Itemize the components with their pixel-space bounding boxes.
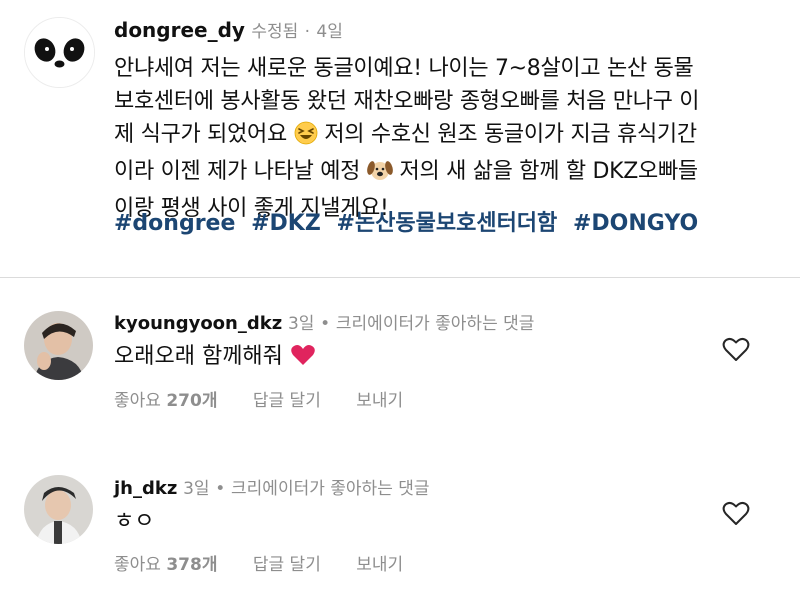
post-caption: 안냐세여 저는 새로운 동글이예요! 나이는 7~8살이고 논산 동물 보호센터…	[114, 52, 776, 225]
hashtag-link[interactable]: #DKZ	[251, 211, 321, 236]
comment: jh_dkz 3일 • 크리에이터가 좋아하는 댓글 ㅎㅇ 좋아요 378개 답…	[0, 440, 800, 602]
post-avatar[interactable]	[24, 17, 95, 88]
caption-line: 이라 이젠 제가 나타날 예정 저의 새 삶을 함께 할 DKZ오빠들	[114, 155, 776, 192]
dog-face-emoji-icon	[366, 158, 393, 192]
meta-dot: •	[215, 479, 226, 499]
laughing-emoji-icon	[294, 121, 318, 155]
profile-photo-image	[24, 311, 93, 380]
comment-text-row: 오래오래 함께해줘	[114, 342, 316, 376]
post: dongree_dy 수정됨 · 4일 안냐세여 저는 새로운 동글이예요! 나…	[0, 0, 800, 278]
like-heart-icon[interactable]	[722, 500, 750, 526]
hashtag-link[interactable]: #dongree	[114, 211, 235, 236]
hashtag-link[interactable]: #논산동물보호센터더함	[336, 211, 557, 236]
profile-photo-image	[24, 475, 93, 544]
caption-line: 안냐세여 저는 새로운 동글이예요! 나이는 7~8살이고 논산 동물	[114, 56, 694, 81]
comment-header: jh_dkz 3일 • 크리에이터가 좋아하는 댓글	[114, 476, 430, 502]
caption-line: 제 식구가 되었어요 저의 수호신 원조 동글이가 지금 휴식기간	[114, 118, 776, 155]
reply-button[interactable]: 답글 달기	[253, 555, 321, 575]
likes-count-link[interactable]: 좋아요 270개	[114, 391, 217, 411]
comment-actions: 좋아요 378개 답글 달기 보내기	[114, 553, 433, 577]
comment-avatar[interactable]	[24, 311, 93, 380]
comment-header: kyoungyoon_dkz 3일 • 크리에이터가 좋아하는 댓글	[114, 311, 534, 337]
post-time: 4일	[316, 22, 343, 42]
meta-dot: ·	[304, 22, 311, 42]
caption-text: 저의 수호신 원조 동글이가 지금 휴식기간	[324, 122, 697, 147]
hashtag-list: #dongree #DKZ #논산동물보호센터더함 #DONGYO	[114, 208, 706, 240]
comment-time: 3일	[287, 314, 315, 334]
comment-username[interactable]: jh_dkz	[114, 478, 177, 499]
creator-liked-label: 크리에이터가 좋아하는 댓글	[231, 479, 430, 499]
post-username[interactable]: dongree_dy	[114, 18, 245, 42]
comment-actions: 좋아요 270개 답글 달기 보내기	[114, 389, 433, 413]
comment-text: ㅎㅇ	[114, 509, 155, 534]
creator-liked-label: 크리에이터가 좋아하는 댓글	[335, 314, 535, 334]
comment-time: 3일	[183, 479, 210, 499]
caption-text: 이라 이젠 제가 나타날 예정	[114, 159, 361, 184]
likes-count: 378개	[166, 555, 218, 575]
comment-username[interactable]: kyoungyoon_dkz	[114, 313, 282, 334]
like-heart-icon[interactable]	[722, 336, 750, 362]
likes-count: 270개	[166, 391, 218, 411]
likes-label: 좋아요	[114, 391, 161, 411]
likes-label: 좋아요	[114, 555, 161, 575]
comment-text-row: ㅎㅇ	[114, 507, 154, 537]
reply-button[interactable]: 답글 달기	[253, 391, 321, 411]
send-button[interactable]: 보내기	[356, 555, 403, 575]
panda-avatar-image	[25, 18, 94, 87]
caption-text: 제 식구가 되었어요	[114, 122, 287, 147]
hashtag-link[interactable]: #DONGYO	[573, 211, 698, 236]
comment-avatar[interactable]	[24, 475, 93, 544]
comment: kyoungyoon_dkz 3일 • 크리에이터가 좋아하는 댓글 오래오래 …	[0, 278, 800, 440]
meta-dot: •	[320, 314, 331, 334]
red-heart-emoji-icon	[290, 343, 316, 376]
post-header: dongree_dy 수정됨 · 4일	[114, 16, 343, 46]
edited-label: 수정됨	[251, 22, 299, 42]
comment-text: 오래오래 함께해줘	[114, 344, 283, 369]
caption-text: 저의 새 삶을 함께 할 DKZ오빠들	[399, 159, 699, 184]
send-button[interactable]: 보내기	[356, 391, 403, 411]
likes-count-link[interactable]: 좋아요 378개	[114, 555, 217, 575]
caption-line: 보호센터에 봉사활동 왔던 재찬오빠랑 종형오빠를 처음 만나구 이	[114, 89, 700, 114]
